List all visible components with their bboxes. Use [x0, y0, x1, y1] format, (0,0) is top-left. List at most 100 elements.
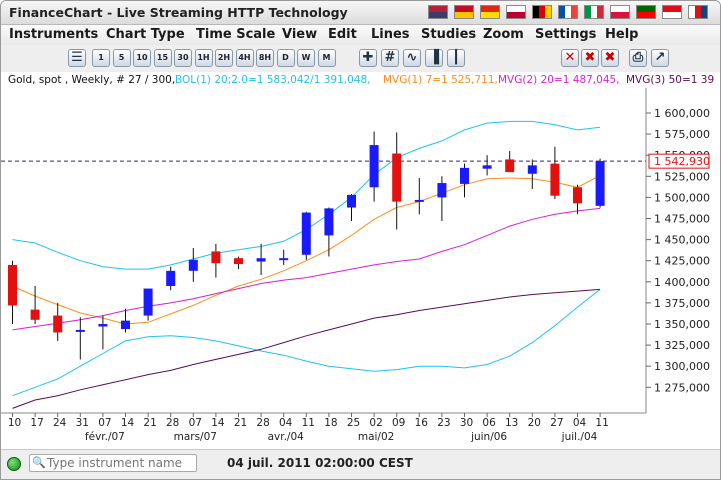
y-tick-label: 1 600,000	[654, 107, 710, 120]
x-tick-label: 11	[302, 417, 315, 429]
y-tick-label: 1 350,000	[654, 318, 710, 331]
timescale-8h-button[interactable]: 8H	[256, 49, 274, 67]
x-tick-label: 31	[76, 417, 89, 429]
candlestick-icon[interactable]: ┃	[447, 49, 465, 67]
cn-flag-icon[interactable]	[480, 5, 500, 19]
y-tick-label: 1 500,000	[654, 191, 710, 204]
menu-zoom[interactable]: Zoom	[483, 27, 524, 42]
timescale-30-button[interactable]: 30	[174, 49, 192, 67]
menu-view[interactable]: View	[282, 27, 317, 42]
x-tick-label: 09	[392, 417, 405, 429]
timescale-15-button[interactable]: 15	[153, 49, 172, 67]
x-tick-label: 17	[30, 417, 43, 429]
candle-down	[234, 258, 243, 265]
y-tick-label: 1 375,000	[654, 297, 710, 310]
candle-down	[505, 159, 515, 173]
legend-mvg2: MVG(2) 20=1 487,045,	[498, 74, 620, 86]
x-tick-label: 18	[324, 417, 337, 429]
month-label: mars/07	[174, 431, 217, 443]
menu-studies[interactable]: Studies	[421, 27, 476, 42]
x-tick-label: 28	[256, 417, 269, 429]
fr-flag-icon[interactable]	[558, 5, 578, 19]
month-label: juin/06	[470, 431, 507, 443]
legend-instrument: Gold, spot , Weekly, # 27 / 300,	[8, 74, 176, 86]
candle-up	[414, 199, 424, 202]
month-label: avr./04	[268, 431, 305, 443]
x-tick-label: 14	[121, 417, 135, 429]
x-tick-label: 30	[460, 417, 473, 429]
menu-time-scale[interactable]: Time Scale	[196, 27, 275, 42]
timescale-10-button[interactable]: 10	[133, 49, 151, 67]
timescale-5-button[interactable]: 5	[112, 49, 131, 67]
instrument-search[interactable]: 🔍	[29, 454, 197, 472]
x-tick-label: 07	[98, 417, 111, 429]
bar-chart-icon[interactable]: ▐	[425, 49, 443, 67]
status-bar: 🔍 04 juil. 2011 02:00:00 CEST	[1, 449, 720, 479]
legend-mvg1: MVG(1) 7=1 525,711,	[383, 74, 498, 86]
title-bar: FinanceChart - Live Streaming HTTP Techn…	[1, 1, 720, 25]
menu-help[interactable]: Help	[605, 27, 638, 42]
timescale-1h-button[interactable]: 1H	[194, 49, 213, 67]
x-tick-label: 14	[211, 417, 225, 429]
timescale-w-button[interactable]: W	[297, 49, 315, 67]
x-tick-label: 13	[505, 417, 518, 429]
menu-edit[interactable]: Edit	[328, 27, 357, 42]
candle-down	[392, 153, 402, 202]
x-tick-label: 04	[279, 417, 293, 429]
menu-chart-type[interactable]: Chart Type	[106, 27, 185, 42]
de-flag-icon[interactable]	[532, 5, 552, 19]
crosshair-icon[interactable]: ✚	[359, 49, 377, 67]
candle-up	[279, 258, 289, 261]
tr-flag-icon[interactable]	[662, 5, 682, 19]
candle-up	[369, 145, 379, 188]
it-flag-icon[interactable]	[584, 5, 604, 19]
instrument-search-input[interactable]	[47, 455, 193, 471]
toolbar: ☰ 1 5 10 15 30 1H 2H 4H 8H D W M ✚ # ∿ ▐ ┃ ✕ ✖ ✖ ⎙ ↗	[1, 45, 720, 73]
cz-flag-icon[interactable]	[688, 5, 708, 19]
candle-up	[324, 208, 334, 236]
pin-icon[interactable]: ↗	[651, 49, 669, 67]
status-datetime: 04 juil. 2011 02:00:00 CEST	[227, 456, 413, 470]
candle-up	[166, 270, 176, 287]
candle-down	[211, 251, 221, 264]
current-price-tag-label: 1 542,930	[654, 155, 710, 168]
es-flag-icon[interactable]	[454, 5, 474, 19]
timescale-2h-button[interactable]: 2H	[215, 49, 233, 67]
chart-legend: Gold, spot , Weekly, # 27 / 300, BOL(1) …	[1, 72, 720, 88]
delete-icon[interactable]: ✖	[581, 49, 599, 67]
timescale-1-button[interactable]: 1	[92, 49, 110, 67]
print-icon[interactable]: ⎙	[629, 49, 647, 67]
erase-icon[interactable]: ✕	[561, 49, 579, 67]
us-flag-icon[interactable]	[428, 5, 448, 19]
menu-icon[interactable]: ☰	[68, 49, 86, 67]
y-tick-label: 1 475,000	[654, 213, 710, 226]
x-tick-label: 25	[347, 417, 360, 429]
price-chart[interactable]: 1 275,000 1 300,000 1 325,000 1 350,000 1 37…	[1, 88, 720, 449]
pl-flag-icon[interactable]	[610, 5, 630, 19]
month-label: mai/02	[358, 431, 394, 443]
candle-up	[75, 329, 85, 332]
x-tick-label: 02	[369, 417, 382, 429]
close-icon[interactable]: ✖	[601, 49, 619, 67]
x-tick-label: 20	[528, 417, 541, 429]
search-icon: 🔍	[32, 456, 46, 469]
month-label: juil./04	[561, 431, 598, 443]
candle-up	[347, 194, 356, 208]
menu-instruments[interactable]: Instruments	[9, 27, 98, 42]
hash-icon[interactable]: #	[381, 49, 399, 67]
timescale-4h-button[interactable]: 4H	[235, 49, 254, 67]
legend-bol: BOL(1) 20;2.0=1 583,042/1 391,048,	[175, 74, 371, 86]
x-tick-label: 10	[8, 417, 21, 429]
jp-flag-icon[interactable]	[506, 5, 526, 19]
pt-flag-icon[interactable]	[636, 5, 656, 19]
menu-settings[interactable]: Settings	[535, 27, 596, 42]
menu-lines[interactable]: Lines	[371, 27, 410, 42]
candle-down	[53, 315, 63, 333]
price-axis-panel	[646, 88, 720, 449]
language-flags	[428, 5, 708, 19]
x-tick-label: 28	[166, 417, 179, 429]
x-tick-label: 24	[53, 417, 67, 429]
timescale-d-button[interactable]: D	[276, 49, 295, 67]
timescale-m-button[interactable]: M	[317, 49, 336, 67]
line-chart-icon[interactable]: ∿	[403, 49, 421, 67]
